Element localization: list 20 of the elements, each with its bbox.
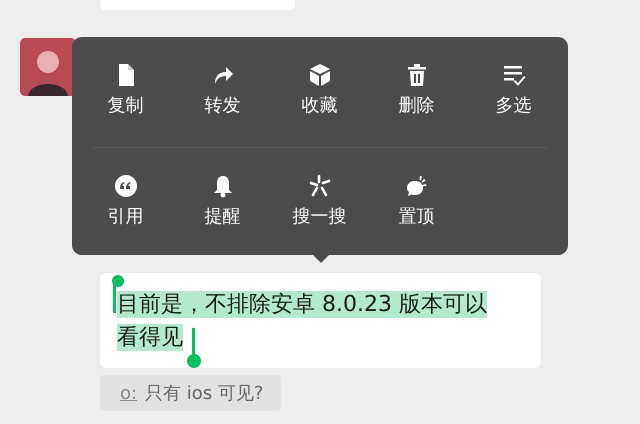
avatar [20,38,76,96]
quote-icon [114,174,138,198]
menu-item[interactable]: 收藏 [271,37,368,147]
menu-item[interactable]: 复制 [77,37,174,147]
menu-item[interactable]: 搜一搜 [271,148,368,258]
menu-item[interactable]: 提醒 [174,148,271,258]
menu-item[interactable]: 引用 [77,148,174,258]
quote-sender: o: [120,382,138,404]
checklist-icon [502,63,526,87]
menu-item[interactable]: 置顶 [368,148,465,258]
search-icon [308,174,332,198]
speech-bubble-icon [404,174,428,198]
message-text: 目前是，不排除安卓 8.0.23 版本可以 [117,291,487,318]
menu-item[interactable]: 删除 [368,37,465,147]
cube-icon [308,63,332,87]
quote-text: 只有 ios 可见? [145,382,264,405]
selection-handle[interactable] [187,328,201,368]
message-text: 看得见 [117,324,183,351]
menu-item[interactable]: 多选 [465,37,562,147]
menu-item[interactable]: 转发 [174,37,271,147]
